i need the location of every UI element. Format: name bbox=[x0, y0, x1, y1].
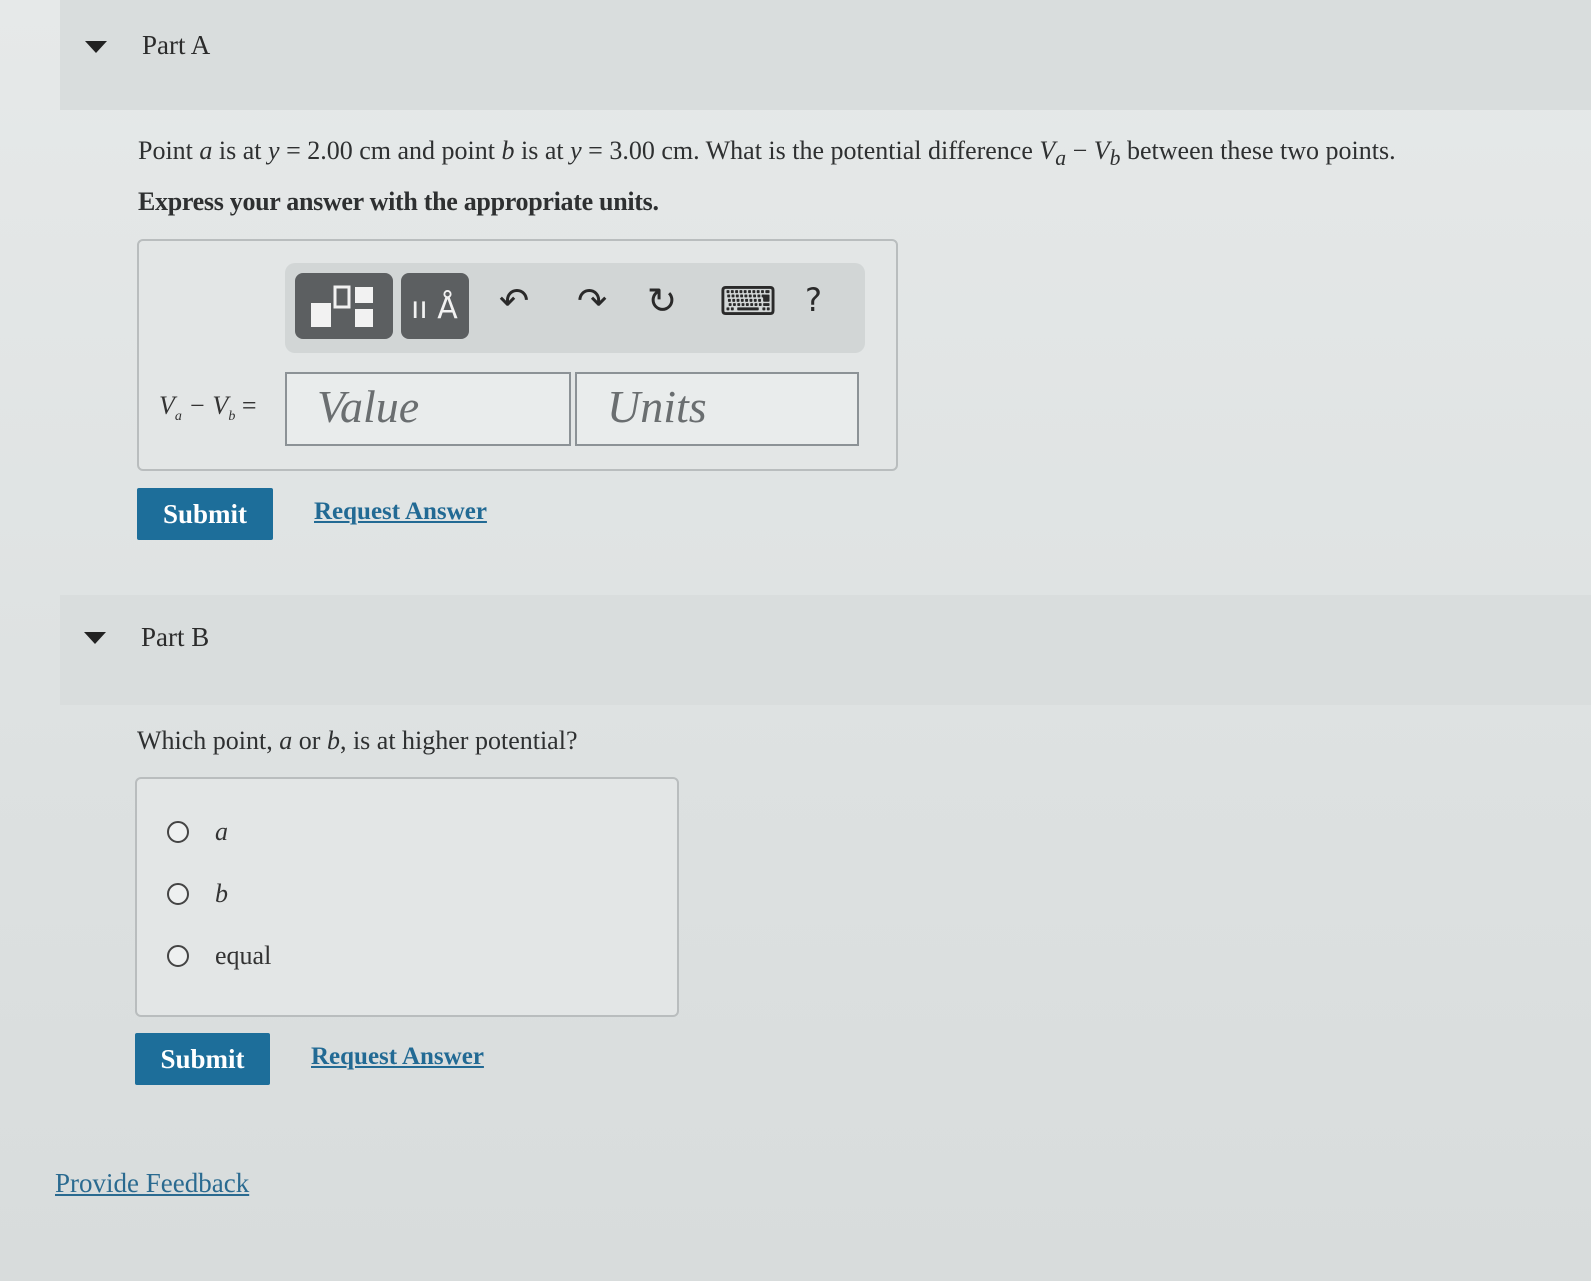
math-toolbar: ıı Å ↶ ↷ ↻ ⌨ ? bbox=[285, 263, 865, 353]
units-input[interactable]: Units bbox=[575, 372, 859, 446]
part-b-header[interactable] bbox=[60, 595, 1591, 705]
question-text: = 2.00 cm and point bbox=[279, 136, 502, 165]
part-b-title: Part B bbox=[141, 622, 210, 652]
part-b-options-box: a b equal bbox=[135, 777, 679, 1017]
question-text: Point bbox=[138, 136, 200, 165]
var-vb: V bbox=[1093, 136, 1110, 165]
option-label: b bbox=[215, 879, 228, 908]
part-a-header[interactable] bbox=[60, 0, 1591, 110]
units-icon: ıı Å bbox=[411, 291, 458, 326]
label-sub-a: a bbox=[174, 409, 182, 425]
page: Part A Point a is at y = 2.00 cm and poi… bbox=[0, 0, 1591, 1281]
part-a-collapse-caret-icon[interactable] bbox=[85, 41, 107, 53]
label-minus-v: − V bbox=[181, 391, 229, 420]
var-b: b bbox=[326, 726, 340, 755]
question-text: is at bbox=[514, 136, 571, 165]
question-text: , is at higher potential? bbox=[339, 726, 578, 755]
label-equals: = bbox=[235, 391, 257, 420]
label-v: V bbox=[159, 391, 175, 420]
part-a-answer-box: ıı Å ↶ ↷ ↻ ⌨ ? Va − Vb = Value Units bbox=[137, 239, 898, 471]
radio-button[interactable] bbox=[167, 883, 189, 905]
part-a-title: Part A bbox=[142, 30, 211, 60]
part-b-question: Which point, a or b, is at higher potent… bbox=[137, 726, 577, 756]
option-label: a bbox=[215, 817, 228, 846]
part-b-collapse-caret-icon[interactable] bbox=[84, 632, 106, 644]
question-text: = 3.00 cm. What is the potential differe… bbox=[581, 136, 1040, 165]
var-a: a bbox=[199, 136, 213, 165]
radio-button[interactable] bbox=[167, 945, 189, 967]
question-text: or bbox=[292, 726, 327, 755]
minus-sign: − bbox=[1066, 136, 1094, 165]
option-label: equal bbox=[215, 941, 272, 970]
subscript-b: b bbox=[1109, 146, 1121, 171]
reset-icon[interactable]: ↻ bbox=[647, 281, 677, 322]
undo-icon[interactable]: ↶ bbox=[499, 281, 529, 322]
part-a-submit-button[interactable]: Submit bbox=[137, 488, 273, 540]
part-b-submit-button[interactable]: Submit bbox=[135, 1033, 270, 1085]
part-b-request-answer-link[interactable]: Request Answer bbox=[311, 1043, 484, 1071]
part-a-instruction: Express your answer with the appropriate… bbox=[138, 187, 659, 216]
var-b: b bbox=[501, 136, 515, 165]
answer-label: Va − Vb = bbox=[159, 391, 257, 425]
var-y: y bbox=[570, 136, 582, 165]
question-text: is at bbox=[212, 136, 269, 165]
templates-button[interactable] bbox=[295, 273, 393, 339]
part-a-request-answer-link[interactable]: Request Answer bbox=[314, 498, 487, 526]
provide-feedback-link[interactable]: Provide Feedback bbox=[55, 1168, 249, 1199]
keyboard-icon[interactable]: ⌨ bbox=[719, 279, 777, 325]
var-a: a bbox=[279, 726, 293, 755]
question-text: Which point, bbox=[137, 726, 280, 755]
value-input[interactable]: Value bbox=[285, 372, 571, 446]
var-va: V bbox=[1039, 136, 1056, 165]
subscript-a: a bbox=[1055, 146, 1067, 171]
units-button[interactable]: ıı Å bbox=[401, 273, 469, 339]
var-y: y bbox=[268, 136, 280, 165]
radio-button[interactable] bbox=[167, 821, 189, 843]
question-text: between these two points. bbox=[1120, 136, 1396, 165]
redo-icon[interactable]: ↷ bbox=[577, 281, 607, 322]
help-icon[interactable]: ? bbox=[805, 281, 822, 319]
templates-icon bbox=[311, 285, 373, 327]
part-a-question: Point a is at y = 2.00 cm and point b is… bbox=[138, 136, 1396, 171]
